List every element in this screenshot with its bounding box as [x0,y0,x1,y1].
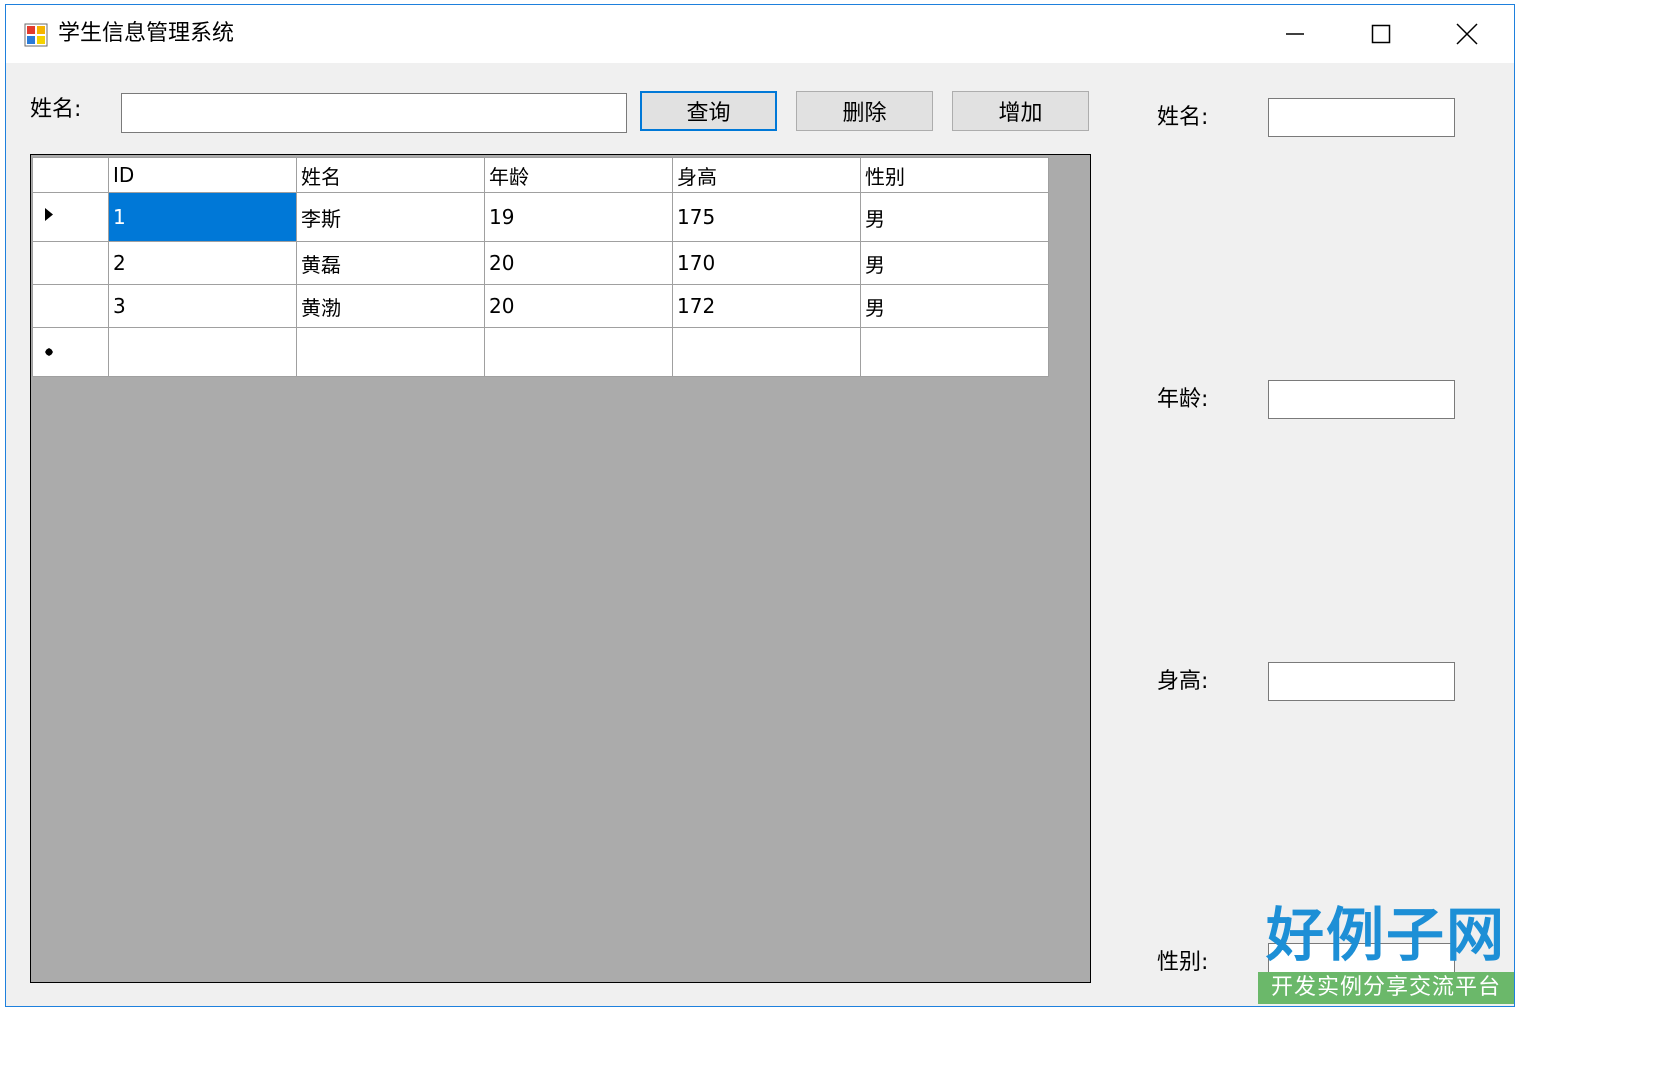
detail-name-input[interactable] [1268,98,1455,137]
cell-height[interactable]: 172 [672,284,861,328]
table-row[interactable]: 2 黄磊 20 170 男 [32,241,1049,285]
detail-height-label: 身高: [1157,669,1209,694]
watermark-tagline: 开发实例分享交流平台 [1258,972,1514,1004]
maximize-button[interactable] [1338,5,1424,63]
table-row[interactable]: 1 李斯 19 175 男 [32,192,1049,242]
row-header[interactable] [32,327,109,377]
cell-id[interactable]: 3 [108,284,297,328]
maximize-icon [1371,24,1391,44]
column-header-age[interactable]: 年龄 [484,157,673,193]
title-bar[interactable]: 学生信息管理系统 [6,5,1514,63]
new-cell-age[interactable] [484,327,673,377]
cell-name[interactable]: 黄磊 [296,241,485,285]
cell-gender[interactable]: 男 [860,192,1049,242]
close-icon [1456,23,1478,45]
cell-gender[interactable]: 男 [860,241,1049,285]
cell-id[interactable]: 1 [108,192,297,242]
minimize-button[interactable] [1252,5,1338,63]
cell-age[interactable]: 20 [484,284,673,328]
column-header-id[interactable]: ID [108,157,297,193]
cell-id[interactable]: 2 [108,241,297,285]
search-name-label: 姓名: [30,97,82,122]
minimize-icon [1286,33,1304,35]
delete-button[interactable]: 删除 [796,91,933,131]
new-cell-gender[interactable] [860,327,1049,377]
detail-name-label: 姓名: [1157,105,1209,130]
grid-corner-header[interactable] [32,157,109,193]
detail-height-input[interactable] [1268,662,1455,701]
cell-height[interactable]: 175 [672,192,861,242]
new-cell-name[interactable] [296,327,485,377]
row-header[interactable] [32,284,109,328]
detail-age-input[interactable] [1268,380,1455,419]
column-header-gender[interactable]: 性别 [860,157,1049,193]
watermark-brand: 好例子网 [1265,901,1506,969]
detail-gender-label: 性别: [1157,950,1209,975]
new-cell-height[interactable] [672,327,861,377]
row-pointer-icon [45,208,53,221]
grid-table: ID 姓名 年龄 身高 性别 1 李斯 19 175 男 2 黄磊 20 170… [32,157,1049,377]
new-row-icon [45,348,53,356]
cell-gender[interactable]: 男 [860,284,1049,328]
new-row[interactable] [32,327,1049,377]
cell-name[interactable]: 李斯 [296,192,485,242]
site-watermark-logo: 好例子网 开发实例分享交流平台 [1258,900,1514,1006]
cell-name[interactable]: 黄渤 [296,284,485,328]
detail-age-label: 年龄: [1157,387,1209,412]
new-cell-id[interactable] [108,327,297,377]
cell-height[interactable]: 170 [672,241,861,285]
app-icon [24,23,48,47]
main-window: 学生信息管理系统 姓名: 查询 删除 增加 ID 姓名 年龄 身高 性别 1 李… [5,4,1515,1007]
cell-age[interactable]: 19 [484,192,673,242]
grid-header-row: ID 姓名 年龄 身高 性别 [32,157,1049,193]
column-header-height[interactable]: 身高 [672,157,861,193]
search-name-input[interactable] [121,93,627,133]
close-button[interactable] [1424,5,1510,63]
window-title: 学生信息管理系统 [58,21,235,46]
row-header[interactable] [32,241,109,285]
column-header-name[interactable]: 姓名 [296,157,485,193]
row-header[interactable] [32,192,109,242]
query-button[interactable]: 查询 [640,91,777,131]
student-data-grid[interactable]: ID 姓名 年龄 身高 性别 1 李斯 19 175 男 2 黄磊 20 170… [30,154,1091,983]
cell-age[interactable]: 20 [484,241,673,285]
add-button[interactable]: 增加 [952,91,1089,131]
table-row[interactable]: 3 黄渤 20 172 男 [32,284,1049,328]
